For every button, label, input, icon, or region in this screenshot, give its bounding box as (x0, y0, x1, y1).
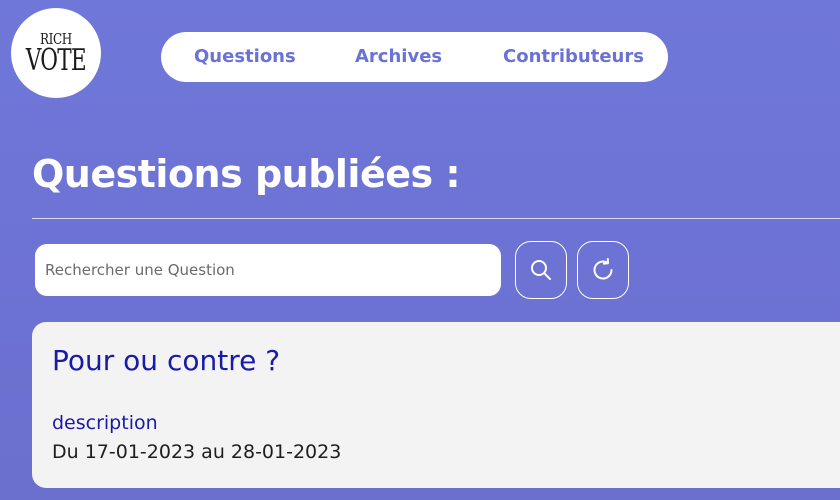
search-input[interactable] (35, 244, 501, 296)
page-title: Questions publiées : (32, 152, 461, 196)
refresh-icon (593, 258, 613, 280)
question-description: description (52, 412, 158, 434)
title-divider (32, 218, 840, 219)
nav-item-questions[interactable]: Questions (194, 32, 296, 82)
main-nav: Questions Archives Contributeurs (161, 32, 668, 82)
question-dates: Du 17-01-2023 au 28-01-2023 (52, 441, 342, 463)
question-card[interactable]: Pour ou contre ? description Du 17-01-20… (32, 322, 840, 488)
search-button[interactable] (515, 241, 567, 299)
refresh-button[interactable] (577, 241, 629, 299)
question-title[interactable]: Pour ou contre ? (52, 344, 280, 377)
logo[interactable]: RICH VOTE (11, 8, 101, 98)
logo-text-bottom: VOTE (25, 43, 87, 78)
search-icon (531, 260, 551, 280)
nav-item-archives[interactable]: Archives (355, 32, 442, 82)
nav-item-contributeurs[interactable]: Contributeurs (503, 32, 644, 82)
